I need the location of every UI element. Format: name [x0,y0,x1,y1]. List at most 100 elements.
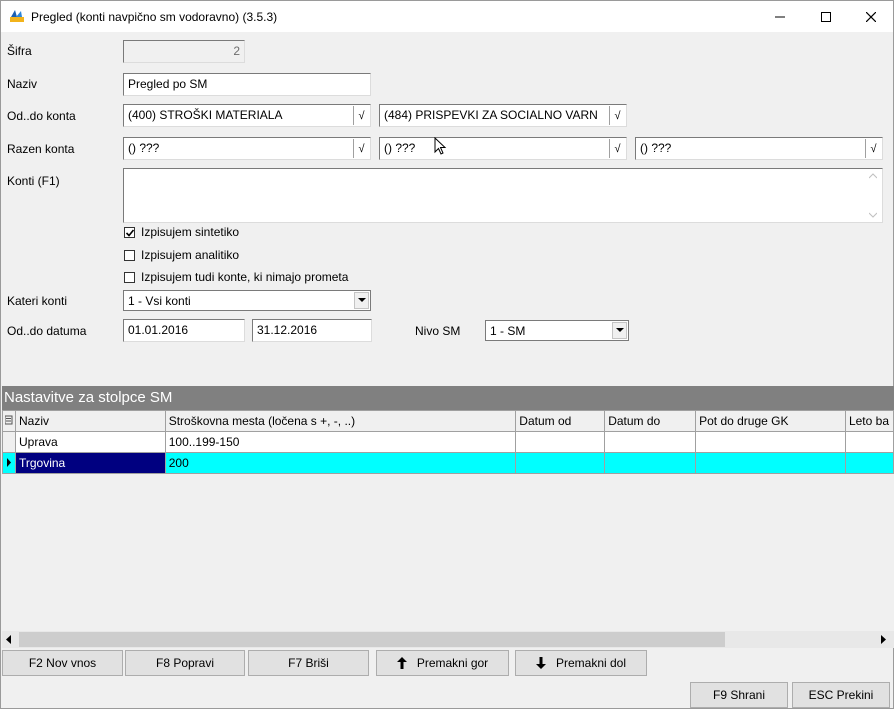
window-title: Pregled (konti navpično sm vodoravno) (3… [31,10,278,24]
mouse-cursor-icon [434,137,447,155]
cell-sm[interactable]: 200 [164,452,517,474]
cell-sm[interactable]: 100..199-150 [164,431,517,453]
row-indicator[interactable] [2,431,16,453]
razen-konta-value-3: () ??? [640,141,672,155]
naziv-field[interactable]: Pregled po SM [123,73,371,96]
od-do-konta-label: Od..do konta [7,109,76,123]
column-header-stroskovna-mesta[interactable]: Stroškovna mesta (ločena s +, -, ..) [164,410,517,432]
scroll-down-icon[interactable] [869,212,877,218]
cell-leto[interactable] [844,452,894,474]
checkmark-icon [125,228,135,237]
datum-do-field[interactable]: 31.12.2016 [252,319,372,342]
checkbox-sintetika[interactable]: Izpisujem sintetiko [124,225,239,239]
column-header-leto[interactable]: Leto ba [844,410,894,432]
razen-konta-field-1[interactable]: () ??? √ [123,137,371,160]
sifra-label: Šifra [7,44,32,58]
cell-datum-od[interactable] [515,452,606,474]
prekini-button[interactable]: ESC Prekini [792,682,890,708]
checkbox-box[interactable] [124,271,135,283]
column-header-pot-do-druge-gk[interactable]: Pot do druge GK [695,410,846,432]
title-bar: Pregled (konti navpično sm vodoravno) (3… [1,1,893,32]
nivo-sm-label: Nivo SM [415,324,461,338]
kateri-konti-value: 1 - Vsi konti [128,294,191,308]
dropdown-arrow-icon[interactable] [612,322,627,339]
grid-horizontal-scrollbar[interactable] [2,631,894,648]
lookup-check-icon[interactable]: √ [609,139,625,158]
razen-konta-field-2[interactable]: () ??? √ [379,137,627,160]
konto-to-value: (484) PRISPEVKI ZA SOCIALNO VARN [384,108,598,122]
cell-datum-do[interactable] [604,431,697,453]
lookup-check-icon[interactable]: √ [353,139,369,158]
dropdown-arrow-icon[interactable] [354,292,369,309]
scrollbar-thumb[interactable] [19,632,725,647]
section-header: Nastavitve za stolpce SM [2,386,894,410]
column-header-datum-od[interactable]: Datum od [515,410,606,432]
checkbox-checked-box[interactable] [124,226,135,238]
nivo-sm-select[interactable]: 1 - SM [485,320,629,341]
checkbox-brez-prometa[interactable]: Izpisujem tudi konte, ki nimajo prometa [124,270,348,284]
brisi-button[interactable]: F7 Briši [248,650,369,676]
lookup-check-icon[interactable]: √ [353,106,369,125]
minimize-icon [774,16,785,17]
lookup-check-icon[interactable]: √ [865,139,881,158]
cell-leto[interactable] [844,431,894,453]
cell-naziv[interactable]: Uprava [14,431,166,453]
minimize-button[interactable] [757,1,802,32]
premakni-gor-button[interactable]: Premakni gor [376,650,509,676]
grid-header-row: Naziv Stroškovna mesta (ločena s +, -, .… [2,410,894,432]
cell-datum-od[interactable] [515,431,606,453]
konti-scrollbar[interactable] [865,170,881,221]
sifra-field: 2 [123,40,245,63]
checkbox-analitika-label: Izpisujem analitiko [141,248,240,262]
column-header-naziv[interactable]: Naziv [14,410,166,432]
nov-vnos-button[interactable]: F2 Nov vnos [2,650,123,676]
razen-konta-label: Razen konta [7,142,75,156]
row-indicator[interactable] [2,452,16,474]
datum-od-field[interactable]: 01.01.2016 [123,319,245,342]
grid-table: Naziv Stroškovna mesta (ločena s +, -, .… [2,410,894,474]
scroll-right-icon[interactable] [881,635,887,644]
checkbox-brez-prometa-label: Izpisujem tudi konte, ki nimajo prometa [141,270,349,284]
current-row-arrow-icon [6,458,11,467]
kateri-konti-label: Kateri konti [7,294,68,308]
konto-to-field[interactable]: (484) PRISPEVKI ZA SOCIALNO VARN √ [379,104,627,127]
razen-konta-field-3[interactable]: () ??? √ [635,137,883,160]
cell-pot[interactable] [695,452,846,474]
checkbox-sintetika-label: Izpisujem sintetiko [141,225,240,239]
kateri-konti-select[interactable]: 1 - Vsi konti [123,290,371,311]
shrani-button[interactable]: F9 Shrani [690,682,788,708]
table-row-selected[interactable]: Trgovina 200 [2,452,894,474]
cell-pot[interactable] [695,431,846,453]
arrow-up-icon [396,657,407,669]
premakni-dol-label: Premakni dol [555,656,627,670]
popravi-button[interactable]: F8 Popravi [125,650,245,676]
checkbox-box[interactable] [124,249,135,261]
maximize-button[interactable] [803,1,848,32]
scroll-up-icon[interactable] [869,173,877,179]
naziv-label: Naziv [7,77,38,91]
sm-columns-grid[interactable]: Naziv Stroškovna mesta (ločena s +, -, .… [2,410,894,631]
grid-corner-icon[interactable] [2,410,16,432]
arrow-down-icon [535,657,546,669]
maximize-icon [820,11,831,22]
table-row[interactable]: Uprava 100..199-150 [2,431,894,453]
checkbox-analitika[interactable]: Izpisujem analitiko [124,248,239,262]
lookup-check-icon[interactable]: √ [609,106,625,125]
nivo-sm-value: 1 - SM [490,324,526,338]
close-button[interactable] [848,1,893,32]
konto-from-field[interactable]: (400) STROŠKI MATERIALA √ [123,104,371,127]
razen-konta-value-1: () ??? [128,141,160,155]
column-header-datum-do[interactable]: Datum do [604,410,697,432]
premakni-gor-label: Premakni gor [416,656,489,670]
cell-naziv[interactable]: Trgovina [14,452,166,474]
close-icon [865,11,876,22]
konto-from-value: (400) STROŠKI MATERIALA [128,108,283,122]
konti-label: Konti (F1) [7,174,60,188]
premakni-dol-button[interactable]: Premakni dol [515,650,647,676]
od-do-datuma-label: Od..do datuma [7,324,87,338]
scroll-left-icon[interactable] [6,635,12,644]
konti-textarea[interactable] [123,168,883,223]
dialog-window: Pregled (konti navpično sm vodoravno) (3… [0,0,894,709]
razen-konta-value-2: () ??? [384,141,416,155]
cell-datum-do[interactable] [604,452,697,474]
